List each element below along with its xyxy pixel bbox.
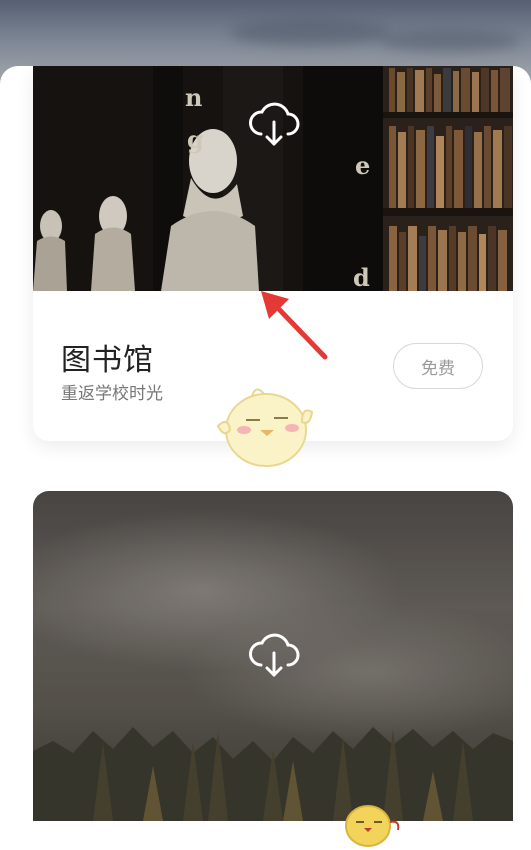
- cloud-download-icon[interactable]: [246, 631, 302, 679]
- mascot-sticker-small-icon: [345, 805, 400, 847]
- card-subtitle: 重返学校时光: [61, 384, 163, 404]
- cloud-shape: [380, 30, 520, 52]
- forest-cover-image[interactable]: [33, 491, 513, 821]
- cloud-shape: [230, 20, 390, 46]
- card-title: 图书馆: [61, 343, 154, 378]
- annotation-arrow-icon: [261, 291, 328, 360]
- cover-letter: e: [355, 151, 370, 180]
- cover-letter: g: [187, 125, 204, 154]
- wallpaper-card-forest[interactable]: [33, 491, 513, 850]
- free-button[interactable]: 免费: [393, 343, 483, 389]
- cover-letter: n: [185, 83, 202, 112]
- mascot-sticker-icon: [216, 388, 314, 467]
- cloud-download-icon[interactable]: [246, 100, 302, 148]
- library-cover-image[interactable]: n g e d: [33, 66, 513, 291]
- cover-letter: d: [353, 263, 370, 291]
